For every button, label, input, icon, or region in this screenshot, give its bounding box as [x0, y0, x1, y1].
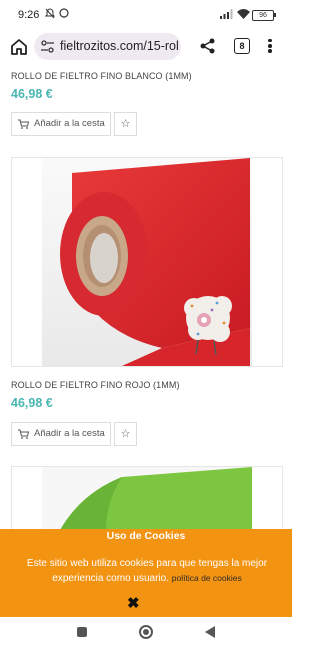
home-icon[interactable] [9, 37, 29, 57]
recents-button[interactable] [77, 627, 87, 637]
product-price: 46,98 € [11, 87, 53, 101]
cookie-policy-link[interactable]: política de cookies [172, 573, 242, 583]
cart-icon [18, 429, 29, 439]
product-price: 46,98 € [11, 396, 53, 410]
system-home-button[interactable] [139, 625, 153, 639]
battery-level: 96 [259, 12, 267, 19]
status-time: 9:26 [18, 9, 40, 21]
cookie-banner: Uso de Cookies Este sitio web utiliza co… [0, 529, 292, 617]
address-bar[interactable]: fieltrozitos.com/15-rol [34, 33, 181, 60]
add-to-cart-button[interactable]: Añadir a la cesta [11, 422, 111, 446]
wifi-icon [237, 9, 250, 19]
tab-switcher-button[interactable]: 8 [234, 38, 250, 54]
bell-muted-icon [45, 8, 55, 19]
add-to-cart-label: Añadir a la cesta [34, 428, 105, 439]
close-icon[interactable]: ✖ [127, 596, 140, 611]
wishlist-button[interactable]: ☆ [114, 112, 137, 136]
cookie-title: Uso de Cookies [106, 530, 186, 542]
notification-icons [45, 8, 69, 19]
share-icon[interactable] [199, 37, 217, 55]
add-to-cart-label: Añadir a la cesta [34, 118, 105, 129]
system-nav-bar [0, 617, 292, 650]
product-title[interactable]: ROLLO DE FIELTRO FINO ROJO (1MM) [11, 380, 180, 390]
cookie-message: Este sitio web utiliza cookies para que … [18, 557, 276, 586]
add-to-cart-button[interactable]: Añadir a la cesta [11, 112, 111, 136]
star-icon: ☆ [120, 428, 131, 440]
cart-icon [18, 119, 29, 129]
battery-icon: 96 [252, 10, 276, 21]
red-felt-roll-image [42, 158, 252, 366]
product-image[interactable] [11, 157, 283, 367]
browser-toolbar: fieltrozitos.com/15-rol 8 [0, 30, 292, 64]
status-bar: 9:26 96 [0, 0, 292, 30]
more-menu-icon[interactable] [266, 37, 274, 57]
signal-icon [220, 9, 233, 19]
wishlist-button[interactable]: ☆ [114, 422, 137, 446]
whatsapp-icon [59, 8, 69, 18]
url-text: fieltrozitos.com/15-rol [60, 39, 179, 53]
product-title[interactable]: ROLLO DE FIELTRO FINO BLANCO (1MM) [11, 71, 192, 81]
back-button[interactable] [205, 626, 215, 638]
star-icon: ☆ [120, 118, 131, 130]
site-settings-icon[interactable] [40, 39, 55, 54]
